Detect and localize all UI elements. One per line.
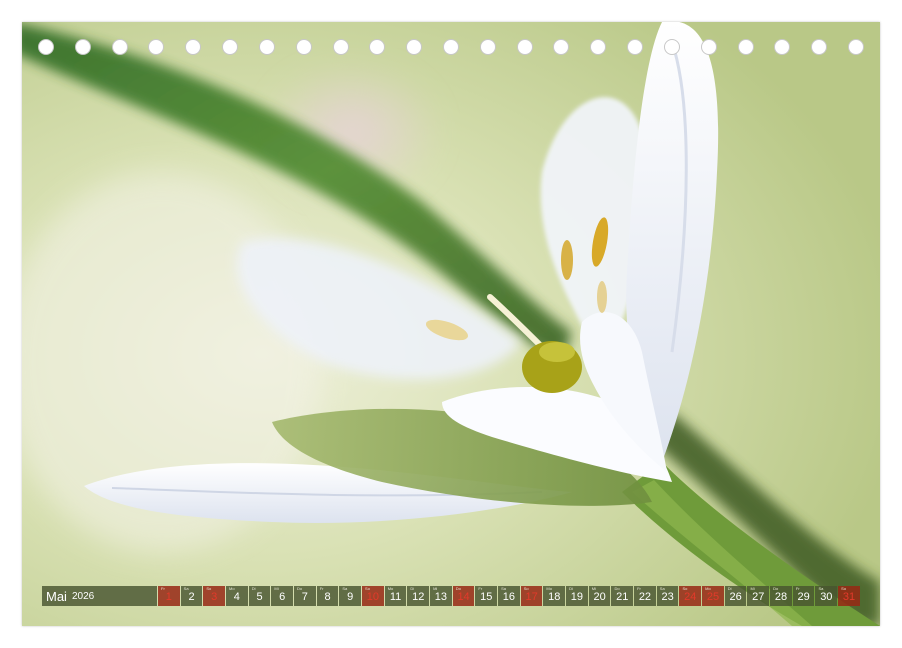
day-cell: Sa 9: [339, 586, 362, 606]
month-label-box: Mai 2026: [42, 586, 157, 606]
calendar-page: Mai 2026 Fr 1 Sa 2 So 3 Mo 4 Di 5 Mi 6 Do 7 Fr 8 Sa 9 So 10…: [22, 22, 880, 626]
days-row: Fr 1 Sa 2 So 3 Mo 4 Di 5 Mi 6 Do 7 Fr 8 Sa 9 So 10 Mo 11 Di 12 M…: [158, 586, 860, 606]
day-number: 12: [412, 591, 425, 603]
binding-hole: [111, 39, 128, 55]
day-number: 21: [616, 591, 629, 603]
day-cell: So 24: [679, 586, 702, 606]
day-cell: Mi 13: [430, 586, 452, 606]
day-cell: Di 19: [566, 586, 588, 606]
day-cell: Fr 22: [634, 586, 656, 606]
day-cell: Mo 18: [543, 586, 566, 606]
binding-hole: [222, 39, 239, 55]
day-number: 7: [301, 591, 308, 603]
day-number: 30: [820, 591, 833, 603]
day-number: 28: [774, 591, 788, 603]
day-cell: Mi 6: [271, 586, 294, 606]
day-cell: Do 21: [611, 586, 634, 606]
day-number: 11: [389, 591, 402, 603]
day-number: 22: [638, 591, 652, 603]
day-number: 14: [457, 591, 470, 603]
calendar-strip: Mai 2026 Fr 1 Sa 2 So 3 Mo 4 Di 5 Mi 6 Do 7 Fr 8 Sa 9 So 10…: [42, 586, 860, 606]
day-cell: Fr 29: [792, 586, 815, 606]
binding-hole: [443, 39, 459, 55]
binding-hole: [38, 39, 54, 55]
day-number: 5: [256, 591, 263, 603]
day-number: 13: [434, 591, 448, 603]
binding-hole: [332, 39, 349, 55]
flower-photo: [22, 22, 880, 626]
day-cell: Mo 11: [384, 586, 407, 606]
day-cell: So 31: [838, 586, 860, 606]
day-cell: Di 26: [724, 586, 747, 606]
binding-hole: [553, 39, 570, 55]
day-number: 19: [570, 591, 584, 603]
binding-hole: [811, 39, 828, 55]
day-number: 15: [480, 591, 493, 603]
day-number: 25: [706, 591, 720, 603]
binding-hole: [590, 39, 607, 55]
day-cell: Mo 4: [226, 586, 248, 606]
day-number: 18: [548, 591, 561, 603]
binding-hole: [258, 39, 275, 55]
month-name: Mai: [46, 588, 67, 604]
day-number: 17: [525, 591, 538, 603]
day-cell: So 3: [203, 586, 226, 606]
day-number: 1: [165, 591, 172, 603]
month-year: 2026: [71, 590, 95, 602]
day-number: 16: [502, 591, 516, 603]
day-number: 27: [752, 591, 765, 603]
day-number: 6: [279, 591, 286, 603]
binding-hole: [516, 39, 533, 55]
binding-hole: [185, 39, 202, 55]
binding-hole: [479, 39, 496, 55]
day-cell: Sa 16: [498, 586, 520, 606]
binding-holes: [22, 39, 880, 57]
day-number: 4: [233, 591, 240, 603]
binding-hole: [627, 39, 644, 55]
day-cell: So 10: [362, 586, 384, 606]
day-number: 2: [188, 591, 195, 603]
binding-hole: [774, 39, 791, 55]
day-cell: Fr 8: [316, 586, 339, 606]
day-number: 24: [684, 591, 697, 603]
day-cell: Do 7: [294, 586, 316, 606]
day-cell: Di 12: [407, 586, 430, 606]
day-number: 10: [366, 591, 379, 603]
day-cell: Mi 20: [588, 586, 611, 606]
day-number: 29: [797, 591, 810, 603]
day-number: 8: [324, 591, 331, 603]
day-cell: Sa 30: [815, 586, 838, 606]
day-number: 9: [347, 591, 354, 603]
day-cell: Do 14: [452, 586, 475, 606]
binding-hole: [700, 39, 717, 55]
day-number: 3: [211, 591, 218, 603]
day-cell: Di 5: [248, 586, 271, 606]
day-cell: Mo 25: [702, 586, 724, 606]
day-number: 20: [593, 591, 606, 603]
day-number: 26: [729, 591, 742, 603]
day-cell: Sa 2: [180, 586, 203, 606]
day-cell: Fr 1: [158, 586, 180, 606]
binding-hole: [663, 39, 680, 55]
day-cell: Fr 15: [475, 586, 498, 606]
day-cell: Sa 23: [656, 586, 679, 606]
binding-hole: [148, 39, 165, 55]
day-number: 23: [661, 591, 674, 603]
day-number: 31: [842, 591, 856, 603]
day-cell: Mi 27: [747, 586, 770, 606]
day-cell: Do 28: [770, 586, 792, 606]
binding-hole: [737, 39, 754, 55]
binding-hole: [848, 39, 864, 55]
binding-hole: [74, 39, 91, 55]
binding-hole: [295, 39, 312, 55]
day-cell: So 17: [520, 586, 543, 606]
binding-hole: [369, 39, 386, 55]
binding-hole: [406, 39, 423, 55]
